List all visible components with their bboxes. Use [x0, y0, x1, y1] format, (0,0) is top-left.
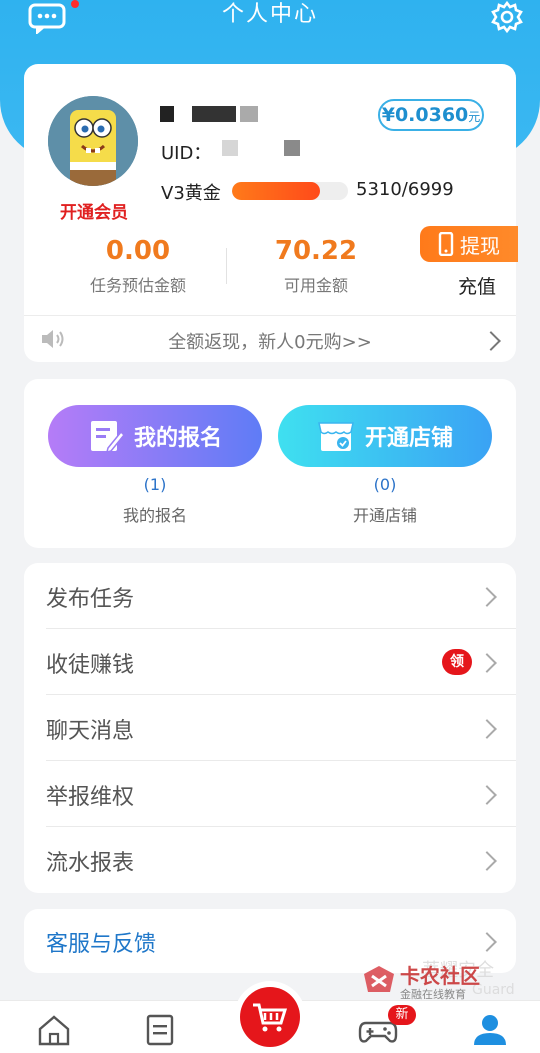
top-bar: 个人中心	[0, 0, 540, 40]
new-badge: 新	[388, 1005, 416, 1025]
notice-text: 全额返现，新人0元购>>	[168, 332, 372, 353]
chevron-right-icon	[477, 932, 497, 952]
notice-bar[interactable]: 全额返现，新人0元购>>	[24, 316, 516, 362]
watermark: 菩耀安全 Guard 卡农社区 金融在线教育	[362, 958, 522, 1002]
uid-label: UID：	[161, 143, 212, 164]
page-title: 个人中心	[221, 2, 318, 27]
chevron-right-icon	[477, 719, 497, 739]
user-icon[interactable]	[470, 1013, 510, 1047]
avatar[interactable]	[48, 96, 138, 186]
open-shop-count: (0)	[373, 475, 397, 494]
withdraw-button[interactable]: 提现	[420, 226, 518, 262]
estimated-amount-value: 0.00	[105, 236, 171, 266]
menu-list: 发布任务 收徒赚钱 领 聊天消息 举报维权 流水报表	[24, 563, 516, 893]
level-progress-bar	[232, 182, 348, 200]
my-signup-button-label: 我的报名	[133, 426, 222, 451]
open-shop-button[interactable]: 开通店铺	[278, 405, 492, 467]
my-signup-stat: (1) 我的报名	[48, 475, 262, 526]
menu-item-transaction-report[interactable]: 流水报表	[24, 827, 516, 893]
menu-item-label: 举报维权	[46, 785, 135, 810]
shop-icon	[318, 422, 354, 451]
chevron-right-icon	[477, 587, 497, 607]
menu-item-label: 收徒赚钱	[46, 653, 135, 678]
chevron-right-icon	[477, 851, 497, 871]
home-icon[interactable]	[34, 1013, 74, 1047]
available-amount-label: 可用金额	[283, 276, 348, 295]
my-signup-label: 我的报名	[122, 506, 187, 525]
menu-item-chat-messages[interactable]: 聊天消息	[24, 695, 516, 761]
withdraw-label: 提现	[460, 233, 500, 258]
coin-unit: 元	[468, 110, 481, 124]
level-progress-fill	[232, 182, 320, 200]
menu-item-publish-task[interactable]: 发布任务	[24, 563, 516, 629]
available-amount-value: 70.22	[274, 236, 358, 266]
available-amount-stat[interactable]: 70.22 可用金额	[236, 234, 396, 296]
quick-actions-card: 我的报名 开通店铺 (1) 我的报名 (0) 开通店铺	[24, 379, 516, 548]
cart-tab[interactable]	[240, 987, 300, 1047]
claim-badge: 领	[442, 649, 472, 675]
menu-item-recruit-earn[interactable]: 收徒赚钱 领	[24, 629, 516, 695]
profile-card: 开通会员 UID： V3黄金 5310/6999 ¥0.0360元 0.00 任…	[24, 64, 518, 362]
username-redacted	[160, 106, 258, 122]
list-icon[interactable]	[140, 1013, 180, 1047]
uid-redacted	[222, 140, 238, 156]
estimated-amount-stat[interactable]: 0.00 任务预估金额	[58, 234, 218, 296]
coin-balance: ¥0.0360	[381, 104, 469, 126]
customer-service-label: 客服与反馈	[46, 932, 157, 957]
chevron-right-icon	[477, 785, 497, 805]
open-shop-label: 开通店铺	[352, 506, 417, 525]
menu-item-label: 流水报表	[46, 851, 135, 876]
uid-redacted	[284, 140, 300, 156]
menu-item-report-rights[interactable]: 举报维权	[24, 761, 516, 827]
gear-icon[interactable]	[490, 0, 524, 34]
level-label: V3黄金	[161, 183, 221, 204]
menu-item-label: 发布任务	[46, 587, 135, 612]
menu-item-label: 聊天消息	[46, 719, 135, 744]
bottom-tab-bar: 新	[0, 987, 540, 1053]
my-signup-button[interactable]: 我的报名	[48, 405, 262, 467]
watermark-brand: 卡农社区	[400, 964, 480, 988]
cart-icon	[253, 1003, 288, 1032]
chevron-right-icon	[477, 653, 497, 673]
recharge-link[interactable]: 充值	[458, 272, 496, 299]
my-signup-count: (1)	[143, 475, 167, 494]
open-vip-link[interactable]: 开通会员	[52, 198, 136, 223]
watermark-logo-icon	[364, 966, 394, 992]
level-progress-text: 5310/6999	[356, 179, 454, 200]
open-shop-button-label: 开通店铺	[364, 426, 453, 451]
open-shop-stat: (0) 开通店铺	[278, 475, 492, 526]
estimated-amount-label: 任务预估金额	[89, 276, 186, 295]
coin-balance-badge[interactable]: ¥0.0360元	[378, 99, 484, 131]
edit-icon	[90, 421, 124, 454]
stat-divider	[226, 248, 227, 284]
phone-icon	[438, 232, 454, 256]
